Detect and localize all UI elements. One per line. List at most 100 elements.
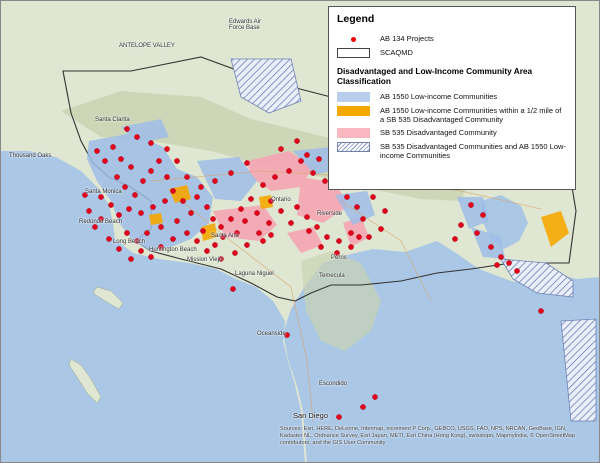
project-marker[interactable]	[242, 218, 248, 224]
project-marker[interactable]	[204, 204, 210, 210]
project-marker[interactable]	[348, 230, 354, 236]
project-marker[interactable]	[110, 144, 116, 150]
project-marker[interactable]	[498, 254, 504, 260]
project-marker[interactable]	[506, 260, 512, 266]
project-marker[interactable]	[370, 194, 376, 200]
project-marker[interactable]	[298, 158, 304, 164]
project-marker[interactable]	[238, 206, 244, 212]
project-marker[interactable]	[102, 158, 108, 164]
project-marker[interactable]	[278, 208, 284, 214]
project-marker[interactable]	[124, 126, 130, 132]
project-marker[interactable]	[480, 212, 486, 218]
project-marker[interactable]	[86, 208, 92, 214]
project-marker[interactable]	[212, 178, 218, 184]
project-marker[interactable]	[230, 286, 236, 292]
project-marker[interactable]	[116, 246, 122, 252]
project-marker[interactable]	[106, 236, 112, 242]
project-marker[interactable]	[256, 230, 262, 236]
project-marker[interactable]	[314, 224, 320, 230]
project-marker[interactable]	[494, 262, 500, 268]
project-marker[interactable]	[278, 146, 284, 152]
project-marker[interactable]	[144, 230, 150, 236]
project-marker[interactable]	[170, 188, 176, 194]
project-marker[interactable]	[356, 234, 362, 240]
project-marker[interactable]	[306, 228, 312, 234]
project-marker[interactable]	[260, 182, 266, 188]
project-marker[interactable]	[310, 170, 316, 176]
project-marker[interactable]	[514, 268, 520, 274]
project-marker[interactable]	[164, 174, 170, 180]
project-marker[interactable]	[324, 234, 330, 240]
project-marker[interactable]	[304, 152, 310, 158]
project-marker[interactable]	[318, 244, 324, 250]
project-marker[interactable]	[126, 206, 132, 212]
project-marker[interactable]	[218, 224, 224, 230]
project-marker[interactable]	[378, 226, 384, 232]
project-marker[interactable]	[452, 236, 458, 242]
project-marker[interactable]	[138, 248, 144, 254]
project-marker[interactable]	[170, 236, 176, 242]
project-marker[interactable]	[200, 228, 206, 234]
project-marker[interactable]	[184, 230, 190, 236]
project-marker[interactable]	[272, 174, 278, 180]
project-marker[interactable]	[198, 184, 204, 190]
project-marker[interactable]	[294, 138, 300, 144]
project-marker[interactable]	[382, 208, 388, 214]
project-marker[interactable]	[266, 220, 272, 226]
project-marker[interactable]	[138, 210, 144, 216]
project-marker[interactable]	[108, 202, 114, 208]
project-marker[interactable]	[132, 192, 138, 198]
project-marker[interactable]	[288, 220, 294, 226]
project-marker[interactable]	[336, 414, 342, 420]
project-marker[interactable]	[162, 198, 168, 204]
project-marker[interactable]	[294, 204, 300, 210]
project-marker[interactable]	[488, 244, 494, 250]
project-marker[interactable]	[92, 224, 98, 230]
project-marker[interactable]	[180, 198, 186, 204]
project-marker[interactable]	[336, 238, 342, 244]
project-marker[interactable]	[118, 156, 124, 162]
project-marker[interactable]	[372, 394, 378, 400]
project-marker[interactable]	[174, 158, 180, 164]
project-marker[interactable]	[188, 210, 194, 216]
map-view[interactable]: Edwards Air Force Base ANTELOPE VALLEY S…	[0, 0, 600, 463]
project-marker[interactable]	[244, 160, 250, 166]
project-marker[interactable]	[194, 194, 200, 200]
project-marker[interactable]	[140, 178, 146, 184]
project-marker[interactable]	[194, 238, 200, 244]
project-marker[interactable]	[304, 214, 310, 220]
project-marker[interactable]	[128, 164, 134, 170]
project-marker[interactable]	[244, 242, 250, 248]
project-marker[interactable]	[210, 216, 216, 222]
project-marker[interactable]	[360, 404, 366, 410]
project-marker[interactable]	[228, 216, 234, 222]
project-marker[interactable]	[128, 256, 134, 262]
project-marker[interactable]	[354, 204, 360, 210]
project-marker[interactable]	[316, 156, 322, 162]
project-marker[interactable]	[94, 148, 100, 154]
project-marker[interactable]	[254, 210, 260, 216]
project-marker[interactable]	[348, 244, 354, 250]
project-marker[interactable]	[156, 158, 162, 164]
project-marker[interactable]	[248, 196, 254, 202]
project-marker[interactable]	[158, 224, 164, 230]
project-marker[interactable]	[148, 140, 154, 146]
project-marker[interactable]	[344, 194, 350, 200]
project-marker[interactable]	[114, 174, 120, 180]
project-marker[interactable]	[474, 230, 480, 236]
project-marker[interactable]	[360, 216, 366, 222]
project-marker[interactable]	[232, 250, 238, 256]
project-marker[interactable]	[164, 146, 170, 152]
project-marker[interactable]	[184, 174, 190, 180]
project-marker[interactable]	[260, 238, 266, 244]
project-marker[interactable]	[286, 168, 292, 174]
project-marker[interactable]	[122, 184, 128, 190]
project-marker[interactable]	[150, 204, 156, 210]
project-marker[interactable]	[134, 134, 140, 140]
project-marker[interactable]	[204, 248, 210, 254]
project-marker[interactable]	[148, 254, 154, 260]
project-marker[interactable]	[228, 170, 234, 176]
project-marker[interactable]	[268, 232, 274, 238]
project-marker[interactable]	[124, 230, 130, 236]
project-marker[interactable]	[322, 178, 328, 184]
